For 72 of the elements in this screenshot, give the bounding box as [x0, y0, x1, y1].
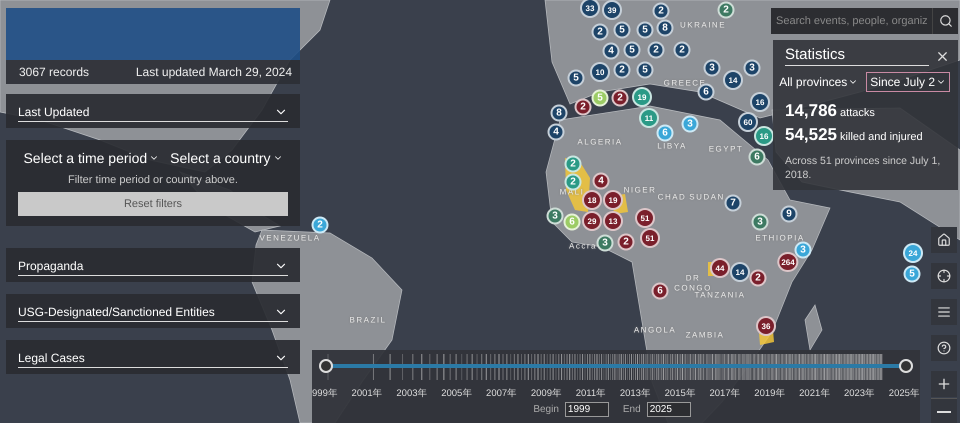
map-label: ETHIOPIA [755, 234, 805, 242]
home-icon [937, 233, 951, 247]
map-label: BRAZIL [350, 316, 386, 324]
map-label: LIBYA [657, 142, 687, 150]
accordion-header[interactable]: Propaganda [18, 256, 288, 276]
zoom-out-button[interactable] [931, 398, 957, 423]
search-field[interactable]: Search events, people, organiz [771, 8, 932, 34]
search-icon [938, 14, 952, 28]
year-label: 2013年 [620, 387, 651, 400]
panel-title: Statistics [785, 46, 929, 66]
map-label: DR [686, 274, 700, 282]
year-label: 2011年 [576, 387, 606, 400]
map-label: ZAMBIA [686, 330, 724, 340]
cluster-marker[interactable]: 2 [612, 90, 628, 106]
zoom-in-icon [936, 376, 952, 392]
year-label: 2025年 [888, 387, 920, 400]
stats-dropdown[interactable]: Since July 2 [866, 72, 950, 92]
begin-field[interactable]: 1999 [564, 402, 609, 417]
search-button[interactable] [932, 8, 958, 34]
year-label: 2023年 [844, 387, 876, 400]
home-button[interactable] [931, 227, 957, 253]
map-label: ALGERIA [577, 138, 623, 146]
cluster-marker[interactable]: 3 [546, 208, 564, 224]
cluster-marker[interactable]: 2 [574, 98, 592, 116]
end-field[interactable]: 2025 [646, 402, 691, 417]
zoom-in-button[interactable] [931, 371, 957, 397]
year-label: 2021年 [799, 387, 830, 400]
accordion-header[interactable]: Legal Cases [18, 348, 288, 368]
cluster-marker[interactable]: 60 [738, 112, 758, 132]
range-handle[interactable] [319, 359, 333, 373]
crosshair-icon [937, 269, 951, 283]
help-button[interactable] [931, 335, 957, 361]
cluster-marker[interactable]: 8 [550, 104, 568, 122]
accordion-header[interactable]: Last Updated [18, 102, 288, 122]
map-label: Accra [569, 242, 597, 250]
year-label: 2019年 [754, 387, 786, 400]
list-button[interactable] [931, 299, 957, 325]
map-label: UKRAINE [680, 20, 726, 30]
cluster-marker[interactable]: 6 [698, 84, 714, 100]
filter-dropdown[interactable]: Select a country [170, 150, 283, 166]
reset-filters-button[interactable]: Reset filters [18, 192, 288, 216]
accordion-header[interactable]: USG-Designated/Sanctioned Entities [18, 302, 288, 322]
year-label: 2017年 [709, 387, 741, 400]
map-label: EGYPT [708, 144, 744, 154]
map-label: CONGO [674, 284, 712, 292]
locate-button[interactable] [931, 263, 957, 289]
map-label: SUDAN [689, 192, 725, 202]
year-label: 2007年 [486, 387, 518, 400]
filter-dropdown[interactable]: Select a time period [23, 150, 160, 166]
map-label: NIGER [624, 186, 656, 194]
help-icon [937, 341, 951, 355]
map-label: TANZANIA [694, 290, 746, 300]
year-label: 2015年 [664, 387, 696, 400]
year-label: 999年 [312, 387, 338, 400]
year-label: 2001年 [352, 387, 383, 400]
list-icon [937, 305, 951, 319]
records-count: 3067 records [19, 65, 90, 79]
end-label: End [622, 404, 641, 415]
map-label: VENEZUELA [259, 234, 321, 242]
stats-dropdown[interactable]: All provinces [775, 72, 862, 92]
year-label: 2003年 [396, 387, 428, 400]
stat-figure: 14,786 attacks [785, 100, 875, 122]
last-updated-text: Last updated March 29, 2024 [136, 65, 292, 79]
map-label: CHAD [658, 192, 686, 202]
cluster-marker[interactable]: 4 [548, 124, 564, 140]
range-handle[interactable] [899, 359, 913, 373]
stats-note: Across 51 provinces since July 1, 2018. [785, 154, 942, 182]
year-label: 2005年 [441, 387, 472, 400]
stat-figure: 54,525 killed and injured [785, 124, 923, 146]
filter-hint: Filter time period or country above. [67, 174, 239, 186]
begin-label: Begin [533, 404, 559, 415]
year-label: 2009年 [530, 387, 562, 400]
